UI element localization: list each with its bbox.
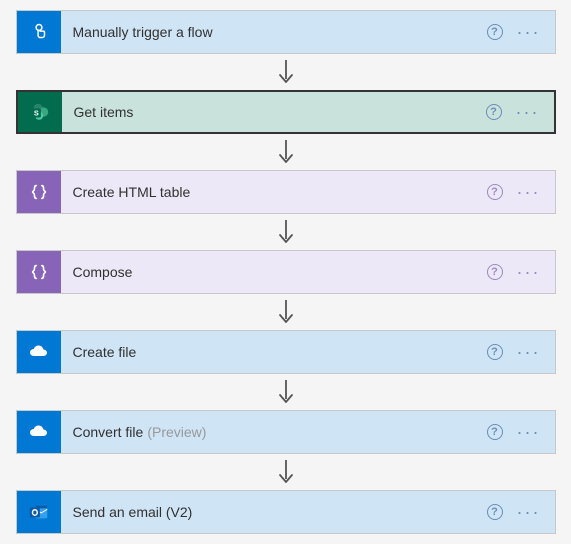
arrow-down-icon xyxy=(10,454,561,490)
step-actions: ? ··· xyxy=(473,11,555,53)
help-icon[interactable]: ? xyxy=(487,264,503,280)
sharepoint-icon: S xyxy=(18,92,62,132)
arrow-down-icon xyxy=(10,214,561,250)
outlook-icon xyxy=(17,491,61,533)
more-icon[interactable]: ··· xyxy=(517,263,541,281)
help-icon[interactable]: ? xyxy=(487,184,503,200)
step-label: Send an email (V2) xyxy=(61,491,473,533)
more-icon[interactable]: ··· xyxy=(517,343,541,361)
flow-step[interactable]: Create file? ··· xyxy=(16,330,556,374)
onedrive-icon xyxy=(17,411,61,453)
step-label: Create HTML table xyxy=(61,171,473,213)
flow-step[interactable]: Manually trigger a flow? ··· xyxy=(16,10,556,54)
onedrive-icon xyxy=(17,331,61,373)
step-actions: ? ··· xyxy=(473,411,555,453)
step-label: Convert file(Preview) xyxy=(61,411,473,453)
flow-step[interactable]: S Get items? ··· xyxy=(16,90,556,134)
step-actions: ? ··· xyxy=(472,92,554,132)
arrow-down-icon xyxy=(10,374,561,410)
braces-icon xyxy=(17,251,61,293)
more-icon[interactable]: ··· xyxy=(517,423,541,441)
arrow-down-icon xyxy=(10,294,561,330)
help-icon[interactable]: ? xyxy=(487,424,503,440)
flow-step[interactable]: Compose? ··· xyxy=(16,250,556,294)
arrow-down-icon xyxy=(10,134,561,170)
step-actions: ? ··· xyxy=(473,331,555,373)
step-label: Manually trigger a flow xyxy=(61,11,473,53)
more-icon[interactable]: ··· xyxy=(517,23,541,41)
more-icon[interactable]: ··· xyxy=(517,183,541,201)
help-icon[interactable]: ? xyxy=(486,104,502,120)
more-icon[interactable]: ··· xyxy=(517,503,541,521)
flow-diagram: Manually trigger a flow? ··· S Get items? ··… xyxy=(10,10,561,534)
braces-icon xyxy=(17,171,61,213)
flow-step[interactable]: Create HTML table? ··· xyxy=(16,170,556,214)
touch-icon xyxy=(17,11,61,53)
step-label: Create file xyxy=(61,331,473,373)
step-label: Compose xyxy=(61,251,473,293)
help-icon[interactable]: ? xyxy=(487,344,503,360)
arrow-down-icon xyxy=(10,54,561,90)
more-icon[interactable]: ··· xyxy=(516,103,540,121)
help-icon[interactable]: ? xyxy=(487,504,503,520)
step-actions: ? ··· xyxy=(473,171,555,213)
step-actions: ? ··· xyxy=(473,491,555,533)
help-icon[interactable]: ? xyxy=(487,24,503,40)
step-label: Get items xyxy=(62,92,472,132)
flow-step[interactable]: Send an email (V2)? ··· xyxy=(16,490,556,534)
svg-text:S: S xyxy=(33,109,38,118)
step-actions: ? ··· xyxy=(473,251,555,293)
flow-step[interactable]: Convert file(Preview)? ··· xyxy=(16,410,556,454)
